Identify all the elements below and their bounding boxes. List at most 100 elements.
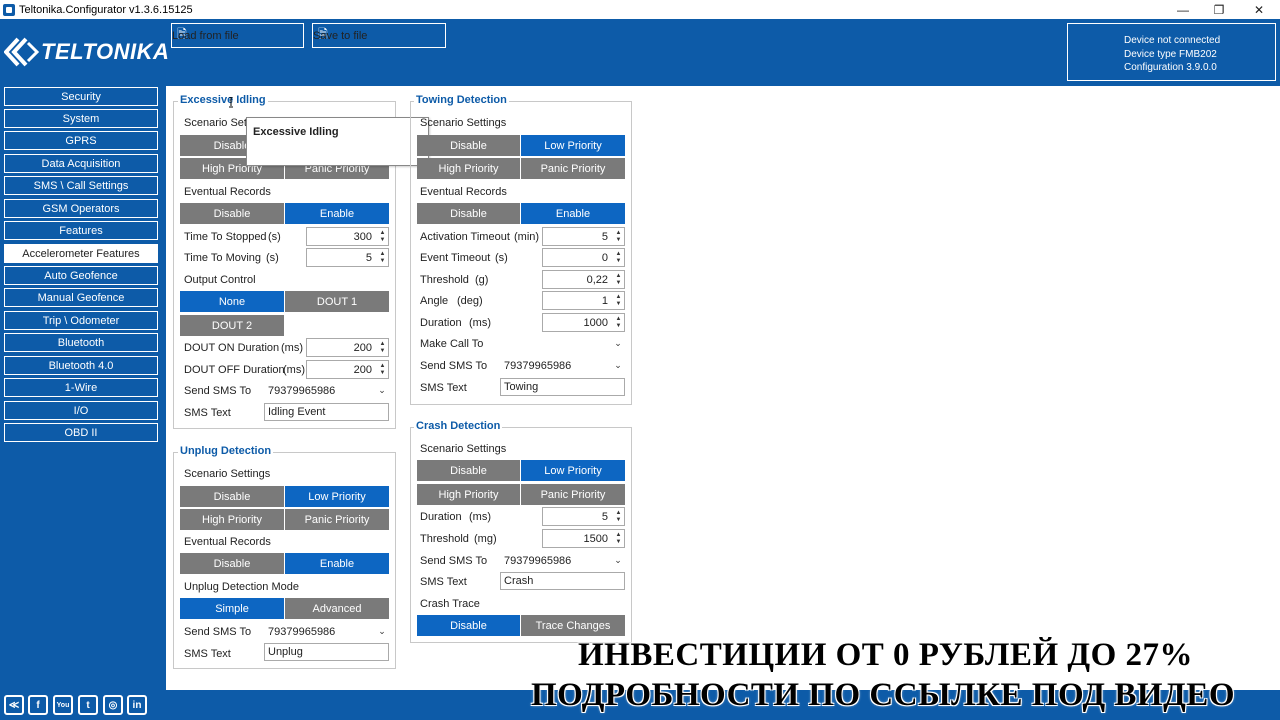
ei-time-to-stopped-input[interactable]: 300 ▲ ▼: [306, 227, 389, 246]
sidebar-item-bluetooth[interactable]: Bluetooth: [4, 333, 158, 352]
sidebar-item-sms-call-settings[interactable]: SMS \ Call Settings: [4, 176, 158, 195]
spinner-arrows-icon[interactable]: ▲ ▼: [613, 271, 624, 288]
cd-crash-trace-label: Crash Trace: [420, 598, 480, 610]
cd-scenario-disable[interactable]: Disable: [417, 460, 520, 481]
td-make-call-select[interactable]: ⌄: [500, 334, 625, 353]
cd-send-sms-label: Send SMS To: [420, 555, 488, 567]
sidebar-item-gprs[interactable]: GPRS: [4, 131, 158, 150]
td-eventual-disable[interactable]: Disable: [417, 203, 520, 224]
sidebar-item-obd-ii[interactable]: OBD II: [4, 423, 158, 442]
ud-eventual-enable[interactable]: Enable: [285, 553, 389, 574]
app-icon: [3, 3, 15, 16]
minimize-button[interactable]: —: [1163, 0, 1203, 19]
td-send-sms-value: 79379965986: [504, 359, 572, 372]
spinner-arrows-icon[interactable]: ▲ ▼: [377, 361, 388, 378]
spinner-arrows-icon[interactable]: ▲ ▼: [613, 530, 624, 547]
ud-scenario-low-priority[interactable]: Low Priority: [285, 486, 389, 507]
spinner-arrows-icon[interactable]: ▲ ▼: [377, 249, 388, 266]
ei-output-dout1[interactable]: DOUT 1: [285, 291, 389, 312]
spinner-arrows-icon[interactable]: ▲ ▼: [613, 292, 624, 309]
cd-scenario-label: Scenario Settings: [420, 443, 507, 455]
ei-dout-on-label: DOUT ON Duration: [184, 342, 280, 354]
td-angle-input[interactable]: 1 ▲ ▼: [542, 291, 625, 310]
sidebar-item-1-wire[interactable]: 1-Wire: [4, 378, 158, 397]
td-sms-text-input[interactable]: Towing: [500, 378, 625, 396]
td-activation-timeout-input[interactable]: 5 ▲ ▼: [542, 227, 625, 246]
cd-scenario-panic-priority[interactable]: Panic Priority: [521, 484, 625, 505]
ei-send-sms-label: Send SMS To: [184, 385, 252, 397]
teltonika-icon[interactable]: ≪: [4, 695, 24, 715]
sidebar-item-auto-geofence[interactable]: Auto Geofence: [4, 266, 158, 285]
td-send-sms-select[interactable]: 79379965986 ⌄: [500, 356, 625, 375]
load-from-file-button[interactable]: 🗎 Load from file: [171, 23, 304, 48]
instagram-icon[interactable]: ◎: [103, 695, 123, 715]
spinner-arrows-icon[interactable]: ▲ ▼: [613, 228, 624, 245]
ei-dout-off-value: 200: [353, 363, 372, 376]
maximize-button[interactable]: ❐: [1199, 0, 1239, 19]
close-button[interactable]: ✕: [1239, 0, 1279, 19]
mouse-cursor-icon: [229, 97, 233, 108]
ei-output-dout2[interactable]: DOUT 2: [180, 315, 284, 336]
youtube-icon[interactable]: You: [53, 695, 73, 715]
crash-detection-title: Crash Detection: [414, 420, 503, 432]
cd-send-sms-select[interactable]: 79379965986 ⌄: [500, 551, 625, 570]
sidebar: Security System GPRS Data Acquisition SM…: [0, 86, 166, 690]
cd-duration-input[interactable]: 5 ▲ ▼: [542, 507, 625, 526]
sidebar-item-accelerometer-features[interactable]: Accelerometer Features: [4, 244, 158, 263]
ei-send-sms-value: 79379965986: [268, 384, 336, 397]
sidebar-item-gsm-operators[interactable]: GSM Operators: [4, 199, 158, 218]
ei-output-none[interactable]: None: [180, 291, 284, 312]
spinner-arrows-icon[interactable]: ▲ ▼: [377, 228, 388, 245]
ud-mode-simple[interactable]: Simple: [180, 598, 284, 619]
ud-send-sms-select[interactable]: 79379965986 ⌄: [264, 622, 389, 641]
sidebar-item-data-acquisition[interactable]: Data Acquisition: [4, 154, 158, 173]
ei-sms-text-input[interactable]: Idling Event: [264, 403, 389, 421]
sidebar-item-bluetooth-4[interactable]: Bluetooth 4.0: [4, 356, 158, 375]
cd-trace-changes[interactable]: Trace Changes: [521, 615, 625, 636]
spinner-arrows-icon[interactable]: ▲ ▼: [613, 314, 624, 331]
td-duration-input[interactable]: 1000 ▲ ▼: [542, 313, 625, 332]
ei-dout-on-value: 200: [353, 341, 372, 354]
sidebar-item-system[interactable]: System: [4, 109, 158, 128]
spinner-arrows-icon[interactable]: ▲ ▼: [613, 249, 624, 266]
td-scenario-panic-priority[interactable]: Panic Priority: [521, 158, 625, 179]
save-to-file-label: Save to file: [313, 29, 368, 42]
twitter-icon[interactable]: t: [78, 695, 98, 715]
ei-eventual-disable[interactable]: Disable: [180, 203, 284, 224]
spinner-arrows-icon[interactable]: ▲ ▼: [377, 339, 388, 356]
cd-scenario-low-priority[interactable]: Low Priority: [521, 460, 625, 481]
ei-dout-off-input[interactable]: 200 ▲ ▼: [306, 360, 389, 379]
ei-dout-on-input[interactable]: 200 ▲ ▼: [306, 338, 389, 357]
ei-eventual-enable[interactable]: Enable: [285, 203, 389, 224]
ei-send-sms-select[interactable]: 79379965986 ⌄: [264, 381, 389, 400]
ud-scenario-disable[interactable]: Disable: [180, 486, 284, 507]
chevron-down-icon: ⌄: [378, 626, 386, 636]
td-activation-timeout-unit: (min): [514, 231, 540, 243]
td-threshold-value: 0,22: [586, 273, 608, 286]
td-event-timeout-input[interactable]: 0 ▲ ▼: [542, 248, 625, 267]
td-scenario-high-priority[interactable]: High Priority: [417, 158, 520, 179]
sidebar-item-trip-odometer[interactable]: Trip \ Odometer: [4, 311, 158, 330]
td-scenario-disable[interactable]: Disable: [417, 135, 520, 156]
ud-eventual-disable[interactable]: Disable: [180, 553, 284, 574]
cd-scenario-high-priority[interactable]: High Priority: [417, 484, 520, 505]
ud-mode-advanced[interactable]: Advanced: [285, 598, 389, 619]
sidebar-item-security[interactable]: Security: [4, 87, 158, 106]
sidebar-item-manual-geofence[interactable]: Manual Geofence: [4, 288, 158, 307]
td-threshold-input[interactable]: 0,22 ▲ ▼: [542, 270, 625, 289]
save-to-file-button[interactable]: 🗎 Save to file: [312, 23, 446, 48]
sidebar-item-features[interactable]: Features: [4, 221, 158, 240]
ud-sms-text-input[interactable]: Unplug: [264, 643, 389, 661]
td-scenario-low-priority[interactable]: Low Priority: [521, 135, 625, 156]
linkedin-icon[interactable]: in: [127, 695, 147, 715]
cd-trace-disable[interactable]: Disable: [417, 615, 520, 636]
cd-sms-text-input[interactable]: Crash: [500, 572, 625, 590]
ud-scenario-high-priority[interactable]: High Priority: [180, 509, 284, 530]
td-eventual-enable[interactable]: Enable: [521, 203, 625, 224]
facebook-icon[interactable]: f: [28, 695, 48, 715]
ud-scenario-panic-priority[interactable]: Panic Priority: [285, 509, 389, 530]
cd-threshold-input[interactable]: 1500 ▲ ▼: [542, 529, 625, 548]
spinner-arrows-icon[interactable]: ▲ ▼: [613, 508, 624, 525]
ei-time-to-moving-input[interactable]: 5 ▲ ▼: [306, 248, 389, 267]
sidebar-item-io[interactable]: I/O: [4, 401, 158, 420]
